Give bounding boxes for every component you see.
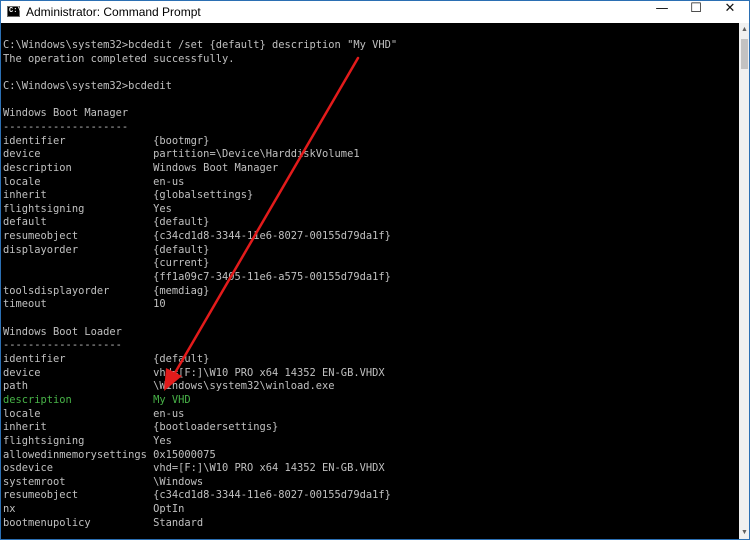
console-line: The operation completed successfully. xyxy=(3,52,235,65)
console-line: identifier {bootmgr} xyxy=(3,134,210,147)
console-line: ------------------- xyxy=(3,339,122,352)
console-line: toolsdisplayorder {memdiag} xyxy=(3,284,210,297)
command-prompt-window: C:\ Administrator: Command Prompt — ☐ ✕ … xyxy=(0,0,750,540)
console-line: {current} xyxy=(3,257,210,270)
console-line: allowedinmemorysettings 0x15000075 xyxy=(3,448,216,461)
console-line: timeout 10 xyxy=(3,298,166,311)
console-line: osdevice vhd=[F:]\W10 PRO x64 14352 EN-G… xyxy=(3,462,385,475)
vertical-scrollbar[interactable]: ▲ ▼ xyxy=(739,23,749,539)
console-line: description Windows Boot Manager xyxy=(3,161,279,174)
console-line: Windows Boot Loader xyxy=(3,325,122,338)
console-line: device vhd=[F:]\W10 PRO x64 14352 EN-GB.… xyxy=(3,366,385,379)
console-line: identifier {default} xyxy=(3,352,210,365)
console-line: nx OptIn xyxy=(3,503,185,516)
console-line: locale en-us xyxy=(3,175,185,188)
window-title: Administrator: Command Prompt xyxy=(26,5,201,19)
console-line: default {default} xyxy=(3,216,210,229)
maximize-button[interactable]: ☐ xyxy=(679,1,713,23)
console-line: path \Windows\system32\winload.exe xyxy=(3,380,335,393)
console-output[interactable]: C:\Windows\system32>bcdedit /set {defaul… xyxy=(1,23,739,539)
console-line: inherit {bootloadersettings} xyxy=(3,421,279,434)
console-line: systemroot \Windows xyxy=(3,475,204,488)
console-line: displayorder {default} xyxy=(3,243,210,256)
console-line: flightsigning Yes xyxy=(3,434,172,447)
console-line: device partition=\Device\HarddiskVolume1 xyxy=(3,148,360,161)
scrollbar-thumb[interactable] xyxy=(741,39,748,69)
console-line: Windows Boot Manager xyxy=(3,107,129,120)
console-line: -------------------- xyxy=(3,120,129,133)
console-line: C:\Windows\system32>bcdedit /set {defaul… xyxy=(3,39,398,51)
console-line: inherit {globalsettings} xyxy=(3,189,254,202)
console-line: locale en-us xyxy=(3,407,185,420)
minimize-button[interactable]: — xyxy=(645,1,679,23)
title-bar[interactable]: C:\ Administrator: Command Prompt — ☐ ✕ xyxy=(1,1,749,23)
console-line: {ff1a09c7-3405-11e6-a575-00155d79da1f} xyxy=(3,271,391,284)
scroll-down-arrow-icon[interactable]: ▼ xyxy=(739,526,749,539)
scroll-up-arrow-icon[interactable]: ▲ xyxy=(739,23,749,37)
console-line-highlighted: description My VHD xyxy=(3,393,191,406)
command-prompt-icon: C:\ xyxy=(7,6,22,17)
console-line: bootmenupolicy Standard xyxy=(3,516,204,529)
console-line: resumeobject {c34cd1d8-3344-11e6-8027-00… xyxy=(3,230,391,243)
close-button[interactable]: ✕ xyxy=(713,1,747,23)
console-line: resumeobject {c34cd1d8-3344-11e6-8027-00… xyxy=(3,489,391,502)
console-line: flightsigning Yes xyxy=(3,202,172,215)
console-line: C:\Windows\system32>bcdedit xyxy=(3,79,172,92)
